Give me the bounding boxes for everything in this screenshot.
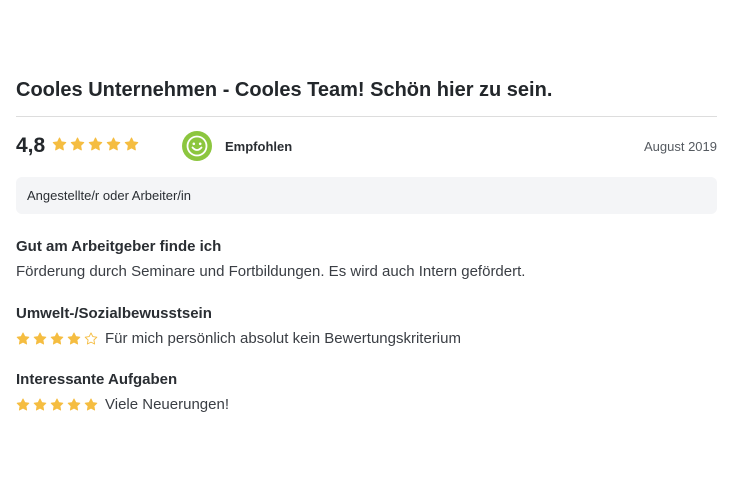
star-icon bbox=[52, 137, 67, 152]
section-text: Für mich persönlich absolut kein Bewertu… bbox=[105, 330, 461, 347]
star-icon bbox=[67, 398, 81, 412]
recommendation-label: Empfohlen bbox=[225, 139, 293, 154]
section-text: Viele Neuerungen! bbox=[105, 396, 229, 413]
rating-stars bbox=[16, 332, 98, 346]
star-icon bbox=[16, 332, 30, 346]
star-outline-icon bbox=[84, 332, 98, 346]
rating-line: Für mich persönlich absolut kein Bewertu… bbox=[16, 329, 717, 349]
star-icon bbox=[50, 332, 64, 346]
section-good-at-employer: Gut am Arbeitgeber finde ich Förderung d… bbox=[16, 237, 717, 282]
overall-stars bbox=[52, 137, 139, 152]
star-icon bbox=[16, 398, 30, 412]
review-date: August 2019 bbox=[643, 139, 717, 154]
star-icon bbox=[33, 332, 47, 346]
position-badge: Angestellte/r oder Arbeiter/in bbox=[16, 177, 717, 214]
section-interesting-tasks: Interessante Aufgaben Viele Neuerungen! bbox=[16, 370, 717, 415]
star-icon bbox=[88, 137, 103, 152]
position-label: Angestellte/r oder Arbeiter/in bbox=[27, 188, 192, 203]
section-text: Förderung durch Seminare und Fortbildung… bbox=[16, 263, 526, 280]
section-title: Umwelt-/Sozialbewusstsein bbox=[16, 305, 212, 322]
rating-line: Viele Neuerungen! bbox=[16, 395, 717, 415]
star-icon bbox=[124, 137, 139, 152]
smiley-icon bbox=[182, 131, 212, 161]
star-icon bbox=[70, 137, 85, 152]
section-title: Interessante Aufgaben bbox=[16, 371, 178, 388]
section-environment-social: Umwelt-/Sozialbewusstsein Für mich persö… bbox=[16, 304, 717, 349]
star-icon bbox=[106, 137, 121, 152]
title-divider bbox=[16, 116, 717, 117]
overall-score: 4,8 bbox=[16, 134, 46, 157]
star-icon bbox=[84, 398, 98, 412]
star-icon bbox=[50, 398, 64, 412]
review-meta: 4,8 Empfohlen August 2019 bbox=[16, 131, 717, 161]
rating-stars bbox=[16, 398, 98, 412]
review-title: Cooles Unternehmen - Cooles Team! Schön … bbox=[16, 79, 553, 101]
star-icon bbox=[67, 332, 81, 346]
section-title: Gut am Arbeitgeber finde ich bbox=[16, 238, 222, 255]
star-icon bbox=[33, 398, 47, 412]
